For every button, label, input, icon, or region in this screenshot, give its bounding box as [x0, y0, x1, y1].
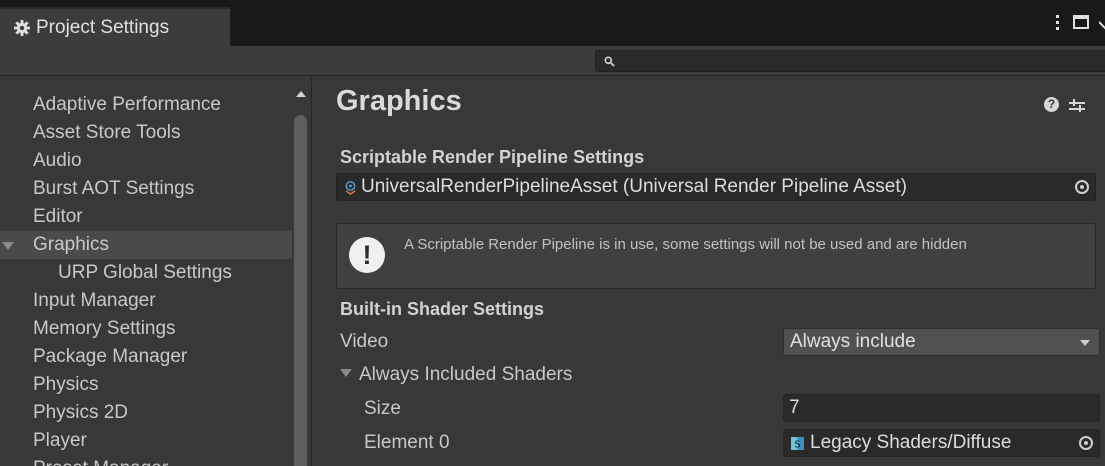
sidebar-item-player[interactable]: Player — [0, 427, 292, 455]
presets-icon[interactable] — [1069, 98, 1085, 112]
svg-text:S: S — [794, 439, 800, 450]
header-actions: ? — [1044, 97, 1085, 112]
srp-warning-text: A Scriptable Render Pipeline is in use, … — [404, 236, 967, 253]
warning-icon: ! — [349, 237, 385, 273]
project-settings-tab[interactable]: Project Settings — [0, 7, 230, 46]
sidebar-item-graphics[interactable]: Graphics — [0, 231, 292, 259]
page-title: Graphics — [336, 85, 462, 117]
size-label: Size — [364, 398, 401, 419]
sidebar-item-burst-aot-settings[interactable]: Burst AOT Settings — [0, 175, 292, 203]
sidebar-item-physics[interactable]: Physics — [0, 371, 292, 399]
builtin-shader-settings-heading: Built-in Shader Settings — [340, 299, 545, 319]
sidebar-item-package-manager[interactable]: Package Manager — [0, 343, 292, 371]
more-menu-icon[interactable] — [1051, 14, 1063, 30]
window-title: Project Settings — [36, 16, 170, 38]
sidebar-item-urp-global-settings[interactable]: URP Global Settings — [0, 259, 292, 287]
render-pipeline-asset-field[interactable]: UniversalRenderPipelineAsset (Universal … — [336, 173, 1096, 201]
close-icon[interactable] — [1099, 14, 1105, 30]
search-icon — [604, 56, 615, 67]
sidebar-item-asset-store-tools[interactable]: Asset Store Tools — [0, 119, 292, 147]
sidebar-item-preset-manager[interactable]: Preset Manager — [0, 455, 292, 466]
foldout-arrow-icon[interactable] — [340, 369, 352, 377]
gear-icon — [12, 18, 32, 38]
object-picker-icon[interactable] — [1079, 436, 1093, 450]
srp-warning-box: ! A Scriptable Render Pipeline is in use… — [336, 223, 1096, 289]
maximize-icon[interactable] — [1073, 15, 1089, 29]
object-picker-icon[interactable] — [1075, 180, 1089, 194]
render-pipeline-asset-icon — [345, 180, 356, 195]
sidebar-item-label: Graphics — [33, 234, 110, 255]
window-titlebar: Project Settings — [0, 0, 1105, 46]
settings-sidebar: Adaptive Performance Asset Store Tools A… — [0, 77, 312, 466]
size-input[interactable]: 7 — [783, 394, 1100, 422]
element-0-shader-field[interactable]: S Legacy Shaders/Diffuse — [783, 429, 1100, 457]
sidebar-item-adaptive-performance[interactable]: Adaptive Performance — [0, 91, 292, 119]
window-controls — [1051, 14, 1105, 30]
scroll-up-icon[interactable] — [296, 91, 306, 97]
settings-toolbar — [0, 46, 1105, 76]
render-pipeline-asset-value: UniversalRenderPipelineAsset (Universal … — [361, 176, 907, 197]
video-dropdown[interactable]: Always include — [783, 328, 1100, 356]
element-0-shader-value: Legacy Shaders/Diffuse — [810, 432, 1012, 453]
sidebar-item-memory-settings[interactable]: Memory Settings — [0, 315, 292, 343]
search-box[interactable] — [595, 50, 1105, 72]
element-0-label: Element 0 — [364, 432, 450, 453]
always-included-shaders-foldout[interactable]: Always Included Shaders — [359, 364, 572, 386]
sidebar-item-editor[interactable]: Editor — [0, 203, 292, 231]
sidebar-scrollbar[interactable] — [292, 87, 310, 466]
search-input[interactable] — [621, 53, 1091, 69]
shader-icon: S — [791, 436, 804, 450]
graphics-settings-panel: Graphics ? Scriptable Render Pipeline Se… — [313, 77, 1105, 466]
srp-settings-heading: Scriptable Render Pipeline Settings — [340, 147, 645, 167]
sidebar-item-audio[interactable]: Audio — [0, 147, 292, 175]
expand-arrow-icon[interactable] — [2, 242, 14, 250]
scrollbar-thumb[interactable] — [294, 115, 307, 466]
sidebar-item-input-manager[interactable]: Input Manager — [0, 287, 292, 315]
help-icon[interactable]: ? — [1044, 97, 1059, 112]
video-label: Video — [340, 331, 389, 352]
sidebar-item-physics-2d[interactable]: Physics 2D — [0, 399, 292, 427]
settings-category-list: Adaptive Performance Asset Store Tools A… — [0, 91, 292, 466]
